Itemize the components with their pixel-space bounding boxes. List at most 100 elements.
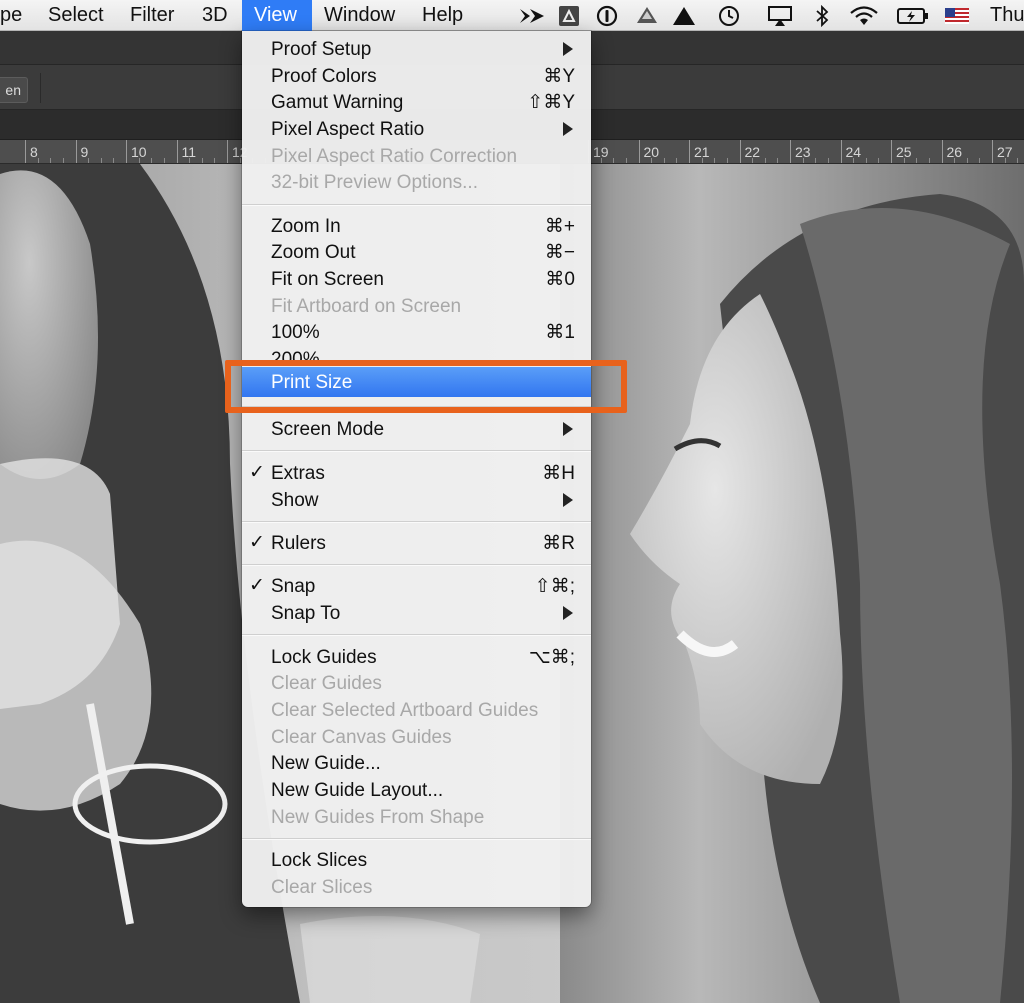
menu-item-lock-guides[interactable]: Lock Guides ⌥⌘;	[242, 643, 591, 670]
screen-mode-button[interactable]: en	[0, 77, 28, 103]
menu-item-label: Print Size	[271, 372, 353, 393]
menu-item-label: Snap To	[271, 603, 341, 624]
menu-item-label: Fit Artboard on Screen	[271, 296, 462, 317]
ruler-minor-tick	[865, 158, 867, 163]
menu-item-100-percent[interactable]: 100% ⌘1	[242, 318, 591, 345]
menu-item-show[interactable]: Show	[242, 486, 591, 513]
airplay-icon[interactable]	[766, 4, 794, 27]
menu-item-lock-slices[interactable]: Lock Slices	[242, 846, 591, 873]
ruler-minor-tick	[764, 158, 766, 163]
ruler-minor-tick	[752, 158, 754, 163]
menu-item-new-guide-layout[interactable]: New Guide Layout...	[242, 776, 591, 803]
menu-item-shortcut: ⌘0	[545, 269, 575, 290]
menu-item-label: Zoom Out	[271, 242, 356, 263]
ruler-tick: 25	[891, 140, 912, 163]
menu-item-screen-mode[interactable]: Screen Mode	[242, 415, 591, 442]
menu-item-rulers[interactable]: ✓ Rulers ⌘R	[242, 529, 591, 556]
ruler-minor-tick	[701, 158, 703, 163]
ruler-tick: 24	[840, 140, 861, 163]
menu-view[interactable]: View	[242, 0, 312, 31]
drive-sync-icon[interactable]	[634, 4, 660, 27]
ruler-minor-tick	[163, 158, 165, 163]
battery-charging-icon[interactable]	[896, 4, 930, 27]
menu-item-label: 32-bit Preview Options...	[271, 172, 478, 193]
wifi-icon[interactable]	[848, 4, 880, 27]
view-menu-dropdown: Proof Setup Proof Colors ⌘Y Gamut Warnin…	[242, 31, 591, 907]
menu-filter[interactable]: Filter	[118, 0, 186, 31]
menu-item-label: Clear Selected Artboard Guides	[271, 700, 539, 721]
arrow-icon[interactable]	[517, 4, 547, 27]
menu-item-new-guide[interactable]: New Guide...	[242, 749, 591, 776]
checkmark-icon: ✓	[249, 575, 265, 596]
menu-item-zoom-out[interactable]: Zoom Out ⌘−	[242, 238, 591, 265]
menu-item-shortcut: ⌥⌘;	[528, 647, 575, 668]
ruler-tick: 27	[992, 140, 1013, 163]
menu-item-print-size[interactable]: Print Size	[242, 367, 591, 397]
menu-item-label: 200%	[271, 349, 320, 364]
menu-item-fit-on-screen[interactable]: Fit on Screen ⌘0	[242, 265, 591, 292]
ruler-minor-tick	[189, 158, 191, 163]
bluetooth-icon[interactable]	[812, 4, 832, 27]
menu-item-label: Clear Canvas Guides	[271, 727, 452, 748]
menu-item-shortcut: ⌘H	[542, 463, 575, 484]
menu-item-snap-to[interactable]: Snap To	[242, 599, 591, 626]
ruler-minor-tick	[916, 158, 918, 163]
menu-item-zoom-in[interactable]: Zoom In ⌘+	[242, 212, 591, 239]
ruler-tick: 8	[25, 140, 38, 163]
menu-item-label: Lock Slices	[271, 850, 368, 871]
menu-item-shortcut: ⌘−	[544, 242, 575, 263]
menu-item-pixel-aspect-ratio[interactable]: Pixel Aspect Ratio	[242, 115, 591, 142]
menu-separator	[242, 406, 591, 408]
ruler-minor-tick	[600, 158, 602, 163]
menu-window[interactable]: Window	[312, 0, 407, 31]
menu-item-clear-guides: Clear Guides	[242, 669, 591, 696]
ruler-minor-tick	[802, 158, 804, 163]
menu-item-gamut-warning[interactable]: Gamut Warning ⇧⌘Y	[242, 88, 591, 115]
menu-item-clear-canvas-guides: Clear Canvas Guides	[242, 723, 591, 750]
us-flag-icon[interactable]	[944, 4, 970, 27]
menu-item-snap[interactable]: ✓ Snap ⇧⌘;	[242, 572, 591, 599]
ruler-minor-tick	[201, 158, 203, 163]
menu-select[interactable]: Select	[36, 0, 116, 31]
ruler-minor-tick	[625, 158, 627, 163]
menu-item-shortcut: ⌘+	[544, 216, 575, 237]
menu-item-extras[interactable]: ✓ Extras ⌘H	[242, 459, 591, 486]
triangle-icon[interactable]	[671, 4, 697, 27]
ruler-tick-label: 8	[30, 144, 38, 160]
google-drive-icon[interactable]	[556, 4, 582, 27]
menu-3d[interactable]: 3D	[190, 0, 240, 31]
menu-item-label: Clear Slices	[271, 877, 373, 898]
menu-item-new-guides-from-shape: New Guides From Shape	[242, 803, 591, 830]
menu-separator	[242, 521, 591, 523]
ruler-tick: 11	[176, 140, 196, 163]
1password-icon[interactable]	[594, 4, 620, 27]
menu-help[interactable]: Help	[410, 0, 475, 31]
menu-item-200-percent[interactable]: 200%	[242, 345, 591, 364]
menu-item-label: Extras	[271, 463, 325, 484]
submenu-arrow-icon	[563, 493, 573, 507]
menu-item-clear-slices: Clear Slices	[242, 873, 591, 900]
ruler-minor-tick	[966, 158, 968, 163]
menu-clock[interactable]: Thu	[990, 0, 1024, 31]
menu-separator	[242, 450, 591, 452]
ruler-tick: 21	[689, 140, 710, 163]
ruler-minor-tick	[613, 158, 615, 163]
ruler-minor-tick	[62, 158, 64, 163]
ruler-minor-tick	[979, 158, 981, 163]
submenu-arrow-icon	[563, 42, 573, 56]
ruler-tick: 23	[790, 140, 811, 163]
ruler-minor-tick	[138, 158, 140, 163]
menu-item-proof-colors[interactable]: Proof Colors ⌘Y	[242, 62, 591, 89]
ruler-minor-tick	[815, 158, 817, 163]
menu-item-label: Clear Guides	[271, 673, 382, 694]
submenu-arrow-icon	[563, 606, 573, 620]
ruler-minor-tick	[663, 158, 665, 163]
time-machine-icon[interactable]	[716, 4, 742, 27]
ruler-minor-tick	[100, 158, 102, 163]
ruler-minor-tick	[777, 158, 779, 163]
menu-item-proof-setup[interactable]: Proof Setup	[242, 35, 591, 62]
ruler-minor-tick	[151, 158, 153, 163]
submenu-arrow-icon	[563, 122, 573, 136]
menu-item-label: Zoom In	[271, 216, 341, 237]
menu-image[interactable]: pe	[0, 0, 34, 31]
